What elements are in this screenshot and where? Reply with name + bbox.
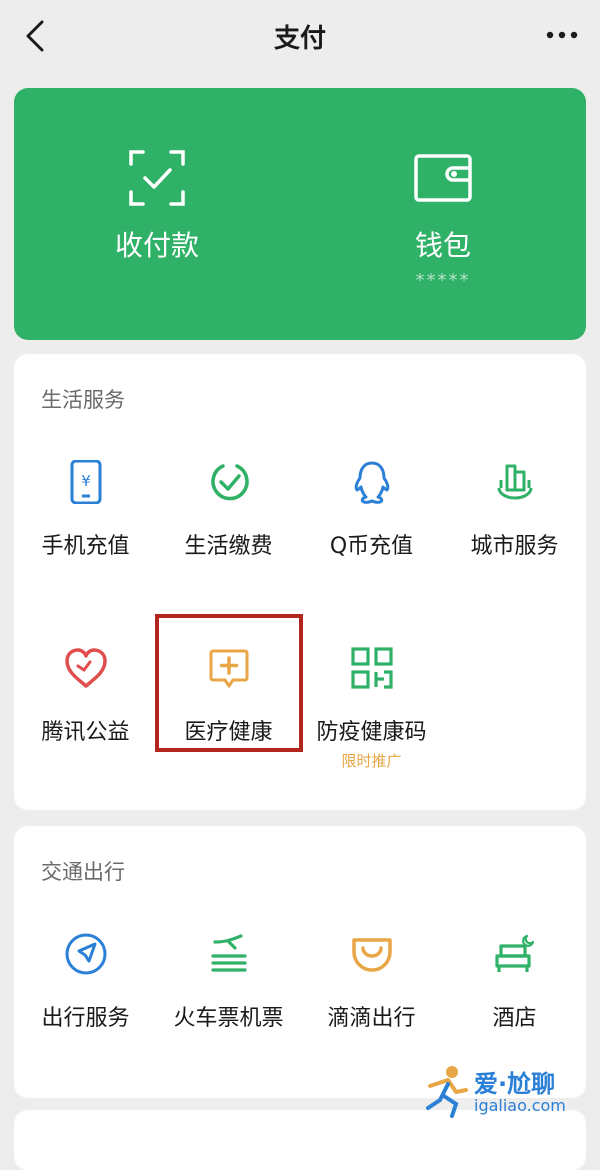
page-title: 支付	[273, 24, 326, 54]
travel-service-icon	[65, 933, 107, 975]
city-service-label: 城市服务	[470, 534, 559, 559]
phone-recharge-icon: ¥	[70, 460, 102, 504]
site-watermark: 爱·尬聊 igaliao.com	[422, 1060, 592, 1122]
health-code-item[interactable]: 防疫健康码 限时推广	[300, 646, 443, 770]
didi-item[interactable]: 滴滴出行	[300, 932, 443, 1052]
phone-recharge-label: 手机充值	[41, 534, 130, 559]
highlight-frame	[155, 614, 303, 752]
train-plane-item[interactable]: 火车票机票	[157, 932, 300, 1052]
wallet-button[interactable]: 钱包 *****	[300, 88, 586, 340]
charity-heart-icon	[65, 648, 107, 688]
promo-tag: 限时推广	[341, 752, 402, 770]
transport-card: 交通出行 出行服务 火车票机票 滴滴出行 酒店	[14, 826, 586, 1098]
qq-coin-label: Q币充值	[329, 534, 414, 559]
train-plane-label: 火车票机票	[173, 1006, 284, 1031]
section-title: 生活服务	[41, 388, 125, 412]
nav-bar: 支付	[0, 0, 600, 76]
health-code-label: 防疫健康码	[316, 720, 427, 745]
pay-hero-card: 收付款 钱包 *****	[14, 88, 586, 340]
wallet-icon	[414, 154, 472, 202]
charity-label: 腾讯公益	[41, 720, 130, 745]
didi-icon	[352, 938, 392, 972]
more-icon[interactable]	[542, 20, 582, 50]
wallet-balance: *****	[415, 270, 471, 291]
life-payment-item[interactable]: 生活缴费	[157, 460, 300, 580]
city-service-icon	[497, 464, 533, 500]
pay-receive-button[interactable]: 收付款	[14, 88, 300, 340]
qq-coin-icon	[354, 461, 390, 504]
wallet-label: 钱包	[414, 229, 471, 262]
phone-recharge-item[interactable]: ¥ 手机充值	[14, 460, 157, 580]
watermark-title: 爱·尬聊	[474, 1070, 556, 1098]
train-plane-icon	[211, 934, 247, 972]
health-code-icon	[351, 647, 393, 689]
svg-text:¥: ¥	[81, 472, 91, 490]
travel-service-label: 出行服务	[41, 1006, 130, 1031]
pay-receive-label: 收付款	[114, 229, 199, 262]
runner-logo-icon	[426, 1066, 468, 1118]
hotel-icon	[495, 934, 535, 972]
hotel-item[interactable]: 酒店	[443, 932, 586, 1052]
watermark-domain: igaliao.com	[474, 1096, 566, 1115]
didi-label: 滴滴出行	[327, 1006, 416, 1031]
life-payment-icon	[211, 464, 249, 501]
life-payment-label: 生活缴费	[184, 534, 273, 559]
charity-item[interactable]: 腾讯公益	[14, 646, 157, 766]
city-service-item[interactable]: 城市服务	[443, 460, 586, 580]
scan-pay-icon	[129, 150, 185, 206]
qq-coin-item[interactable]: Q币充值	[300, 460, 443, 580]
hotel-label: 酒店	[492, 1006, 537, 1031]
section-title: 交通出行	[41, 860, 125, 884]
travel-service-item[interactable]: 出行服务	[14, 932, 157, 1052]
